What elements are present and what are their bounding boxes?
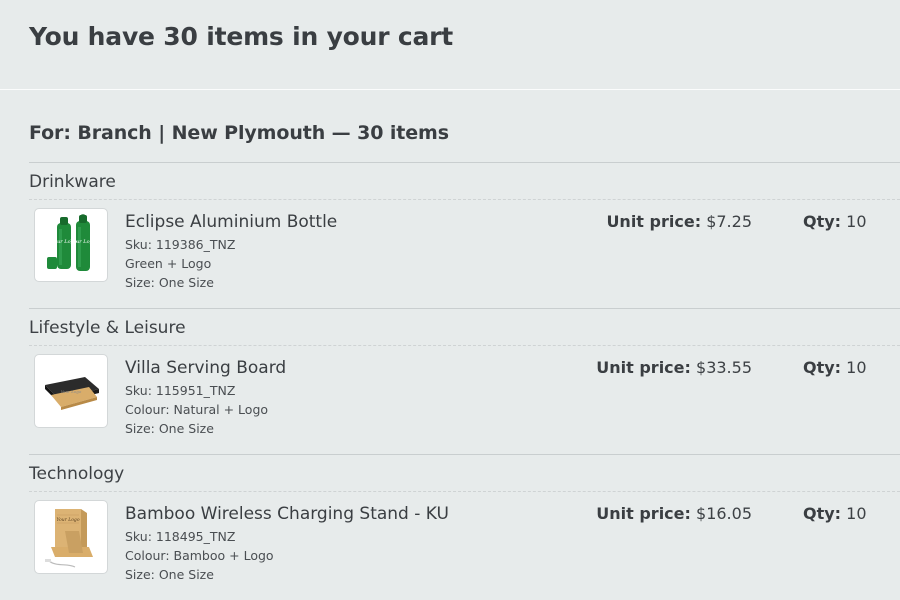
qty-label: Qty:	[803, 212, 842, 231]
green-bottles-icon: Your Logo Your Logo	[47, 214, 96, 271]
unit-price-label: Unit price:	[596, 504, 691, 523]
cart-recipient-summary: For: Branch | New Plymouth — 30 items	[29, 122, 449, 144]
category-name: Lifestyle & Leisure	[29, 318, 186, 338]
product-option: Colour: Natural + Logo	[125, 402, 269, 417]
category-divider	[29, 308, 900, 309]
unit-price-label: Unit price:	[596, 358, 691, 377]
svg-text:Your Logo: Your Logo	[61, 389, 82, 394]
product-sku: Sku: 115951_TNZ	[125, 383, 236, 398]
svg-text:Your Logo: Your Logo	[70, 239, 96, 245]
product-option: Colour: Bamboo + Logo	[125, 548, 274, 563]
quantity: Qty: 10	[803, 358, 867, 377]
qty-value: 10	[846, 358, 867, 377]
qty-value: 10	[846, 504, 867, 523]
qty-label: Qty:	[803, 504, 842, 523]
product-size: Size: One Size	[125, 567, 214, 582]
product-name[interactable]: Villa Serving Board	[125, 358, 286, 378]
product-size: Size: One Size	[125, 421, 214, 436]
product-thumbnail[interactable]: Your Logo Your Logo	[34, 208, 108, 282]
bamboo-stand-icon: Your Logo	[45, 509, 93, 568]
product-name[interactable]: Eclipse Aluminium Bottle	[125, 212, 337, 232]
quantity: Qty: 10	[803, 212, 867, 231]
item-divider	[29, 199, 900, 200]
unit-price: Unit price: $16.05	[596, 504, 752, 523]
product-thumbnail[interactable]: Your Logo	[34, 500, 108, 574]
serving-board-icon: Your Logo	[45, 377, 99, 410]
header-divider	[0, 89, 900, 90]
unit-price-label: Unit price:	[606, 212, 702, 231]
product-sku: Sku: 119386_TNZ	[125, 237, 236, 252]
unit-price-value: $33.55	[696, 358, 752, 377]
qty-label: Qty:	[803, 358, 842, 377]
product-size: Size: One Size	[125, 275, 214, 290]
unit-price-value: $16.05	[696, 504, 752, 523]
qty-value: 10	[846, 212, 867, 231]
unit-price-value: $7.25	[706, 212, 752, 231]
quantity: Qty: 10	[803, 504, 867, 523]
cart-title: You have 30 items in your cart	[29, 22, 454, 51]
unit-price: Unit price: $33.55	[596, 358, 752, 377]
category-divider	[29, 162, 900, 163]
product-sku: Sku: 118495_TNZ	[125, 529, 236, 544]
item-divider	[29, 345, 900, 346]
category-name: Drinkware	[29, 172, 116, 192]
svg-text:Your Logo: Your Logo	[56, 517, 79, 523]
category-divider	[29, 454, 900, 455]
category-name: Technology	[29, 464, 125, 484]
product-name[interactable]: Bamboo Wireless Charging Stand - KU	[125, 504, 449, 524]
unit-price: Unit price: $7.25	[606, 212, 752, 231]
product-option: Green + Logo	[125, 256, 212, 271]
product-thumbnail[interactable]: Your Logo	[34, 354, 108, 428]
item-divider	[29, 491, 900, 492]
